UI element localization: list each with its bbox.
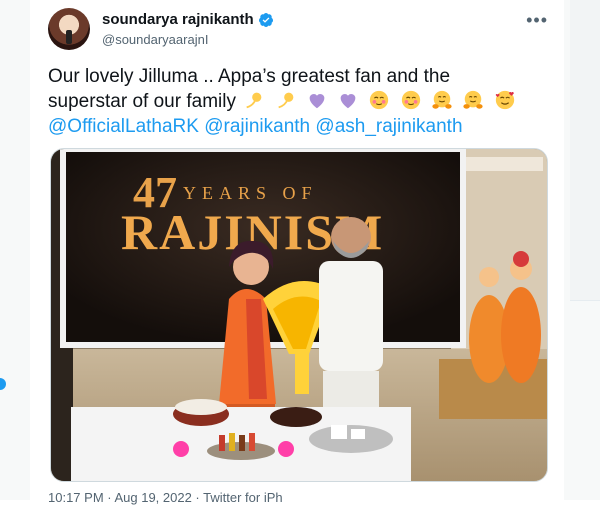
more-options-icon[interactable]: •••	[526, 10, 548, 31]
author-name-row: soundarya rajnikanth	[102, 11, 274, 28]
hugging-face-icon	[463, 90, 483, 109]
banner-years: YEARS OF	[183, 183, 318, 203]
tweet-text-line-2: superstar of our family	[48, 89, 554, 114]
blush-face-icon	[401, 90, 420, 110]
timeline-left-edge	[0, 0, 31, 500]
tweet-photo[interactable]: 47 YEARS OF RAJINISM	[50, 148, 548, 482]
tweet-text-line-2-label: superstar of our family	[48, 91, 236, 112]
purple-heart-icon	[309, 94, 325, 109]
tweet-timestamp[interactable]: 10:17 PM · Aug 19, 2022 · Twitter for iP…	[48, 490, 283, 505]
author-display-name[interactable]: soundarya rajnikanth	[102, 11, 254, 28]
tweet-text-line-1: Our lovely Jilluma .. Appa’s greatest fa…	[48, 66, 451, 87]
photo-scene: 47 YEARS OF RAJINISM	[51, 149, 547, 481]
mentions-line: @OfficialLathaRK @rajinikanth @ash_rajin…	[48, 114, 554, 139]
mention-link-lathark[interactable]: @OfficialLathaRK	[48, 116, 199, 137]
blush-face-icon	[370, 90, 389, 110]
author-handle[interactable]: @soundaryaarajnI	[102, 32, 208, 47]
emoji-row	[241, 90, 517, 112]
dizzy-icon	[277, 92, 293, 109]
smiling-hearts-face-icon	[495, 90, 514, 110]
mention-link-rajinikanth[interactable]: @rajinikanth	[204, 116, 310, 137]
blue-indicator-dot	[0, 378, 6, 390]
table-with-cakes	[71, 399, 411, 481]
sidebar-right-edge	[563, 0, 600, 500]
tweet-card[interactable]: soundarya rajnikanth @soundaryaarajnI ••…	[30, 0, 564, 505]
avatar[interactable]	[48, 8, 90, 50]
dizzy-icon	[246, 92, 262, 109]
sidebar-panel	[570, 0, 600, 301]
hugging-face-icon	[432, 90, 452, 109]
tweet-text: Our lovely Jilluma .. Appa’s greatest fa…	[48, 64, 554, 139]
purple-heart-icon	[340, 94, 356, 109]
microphone-icon	[66, 30, 72, 44]
verified-badge-icon	[258, 12, 273, 27]
mention-link-ash-rajinikanth[interactable]: @ash_rajinikanth	[315, 116, 462, 137]
